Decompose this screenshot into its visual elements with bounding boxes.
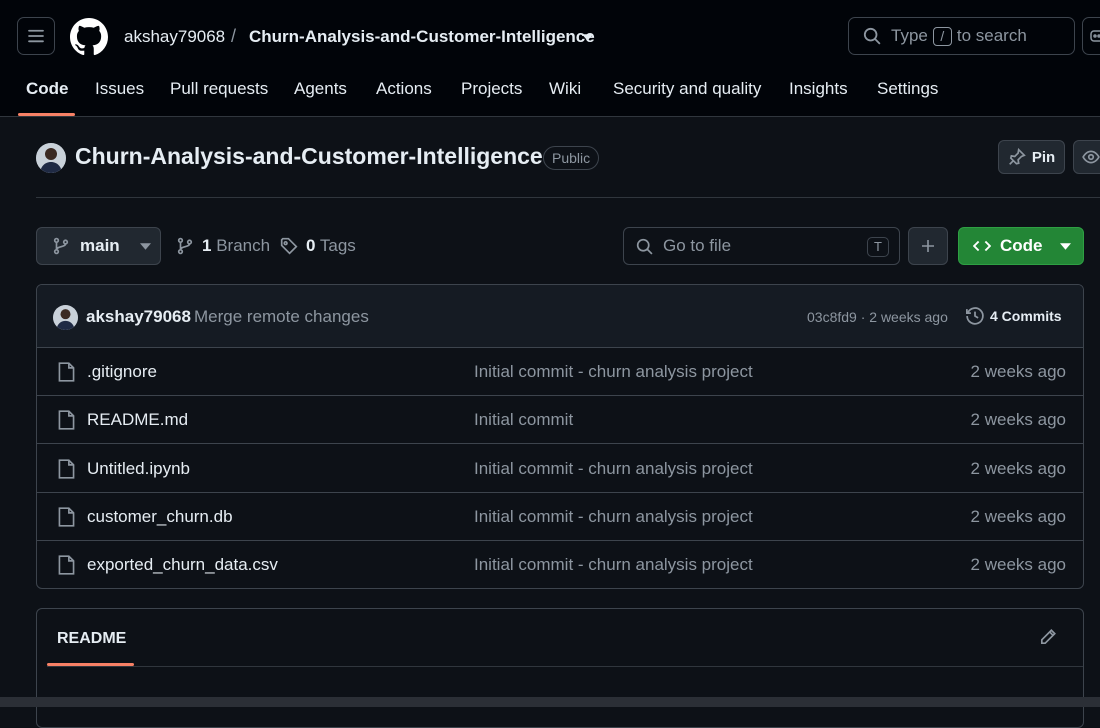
chevron-down-icon bbox=[1059, 242, 1071, 250]
git-branch-icon bbox=[53, 237, 69, 255]
file-name[interactable]: Untitled.ipynb bbox=[87, 459, 190, 479]
pin-label: Pin bbox=[1031, 148, 1056, 166]
search-shortcut-key: / bbox=[932, 26, 952, 46]
menu-button[interactable] bbox=[17, 17, 55, 55]
eye-icon bbox=[1082, 150, 1100, 164]
commit-meta[interactable]: 03c8fd9 · 2 weeks ago bbox=[807, 309, 948, 325]
tab-insights[interactable]: Insights bbox=[789, 72, 848, 117]
file-commit-message[interactable]: Initial commit - churn analysis project bbox=[474, 459, 753, 479]
file-date: 2 weeks ago bbox=[970, 362, 1066, 381]
file-date: 2 weeks ago bbox=[970, 555, 1066, 574]
owner-link[interactable]: akshay79068 bbox=[124, 27, 225, 47]
divider bbox=[47, 666, 1083, 667]
global-header: akshay79068 / Churn-Analysis-and-Custome… bbox=[0, 0, 1100, 117]
tag-count: 0 bbox=[306, 236, 316, 255]
tab-wiki[interactable]: Wiki bbox=[549, 72, 581, 117]
file-commit-message[interactable]: Initial commit bbox=[474, 410, 573, 430]
hamburger-icon bbox=[28, 29, 44, 43]
file-name[interactable]: README.md bbox=[87, 410, 188, 430]
avatar-image bbox=[53, 305, 78, 330]
copilot-icon bbox=[1090, 30, 1100, 42]
branch-selector[interactable]: main bbox=[36, 227, 161, 265]
code-icon bbox=[973, 240, 991, 252]
file-icon bbox=[58, 362, 75, 382]
pin-icon bbox=[1008, 148, 1026, 165]
file-commit-message[interactable]: Initial commit - churn analysis project bbox=[474, 555, 753, 575]
file-name[interactable]: customer_churn.db bbox=[87, 507, 233, 527]
repo-link[interactable]: Churn-Analysis-and-Customer-Intelligence bbox=[249, 27, 595, 47]
branches-link[interactable]: 1 Branch bbox=[176, 236, 270, 256]
copilot-button[interactable] bbox=[1082, 17, 1100, 55]
avatar-image bbox=[36, 143, 66, 173]
commits-count: 4 Commits bbox=[990, 308, 1062, 324]
search-icon bbox=[636, 238, 653, 255]
history-icon bbox=[966, 307, 984, 325]
latest-commit-bar: akshay79068 Merge remote changes 03c8fd9… bbox=[37, 285, 1083, 348]
tab-actions[interactable]: Actions bbox=[376, 72, 432, 117]
plus-icon bbox=[922, 240, 934, 252]
commit-author[interactable]: akshay79068 bbox=[86, 307, 191, 327]
branch-name: main bbox=[80, 236, 120, 255]
file-name[interactable]: exported_churn_data.csv bbox=[87, 555, 278, 575]
git-branch-icon bbox=[177, 237, 193, 255]
code-button-label: Code bbox=[1000, 236, 1043, 255]
divider bbox=[36, 197, 1100, 198]
commit-message[interactable]: Merge remote changes bbox=[194, 307, 369, 327]
commit-author-avatar[interactable] bbox=[53, 305, 78, 330]
file-date: 2 weeks ago bbox=[970, 410, 1066, 429]
file-row[interactable]: .gitignore Initial commit - churn analys… bbox=[37, 348, 1083, 396]
add-file-button[interactable] bbox=[908, 227, 948, 265]
tag-count-label: Tags bbox=[319, 236, 356, 255]
file-commit-message[interactable]: Initial commit - churn analysis project bbox=[474, 507, 753, 527]
search-suffix: to search bbox=[956, 26, 1027, 45]
file-name[interactable]: .gitignore bbox=[87, 362, 157, 382]
file-icon bbox=[58, 459, 75, 479]
file-browser: akshay79068 Merge remote changes 03c8fd9… bbox=[36, 284, 1084, 589]
window-bottom-edge bbox=[0, 697, 1100, 707]
search-icon bbox=[863, 27, 881, 45]
tab-settings[interactable]: Settings bbox=[877, 72, 938, 117]
path-separator: / bbox=[231, 26, 237, 46]
tab-projects[interactable]: Projects bbox=[461, 72, 522, 117]
chevron-down-icon[interactable] bbox=[582, 34, 593, 41]
tag-icon bbox=[280, 237, 298, 255]
search-label: Type bbox=[891, 26, 928, 45]
file-row[interactable]: Untitled.ipynb Initial commit - churn an… bbox=[37, 445, 1083, 493]
active-tab-indicator bbox=[18, 113, 75, 116]
tab-issues[interactable]: Issues bbox=[95, 72, 144, 117]
search-input[interactable]: Type / to search bbox=[848, 17, 1075, 55]
readme-panel: README bbox=[36, 608, 1084, 728]
go-to-file-placeholder: Go to file bbox=[663, 236, 732, 255]
file-commit-message[interactable]: Initial commit - churn analysis project bbox=[474, 362, 753, 382]
github-logo-icon[interactable] bbox=[70, 18, 108, 56]
chevron-down-icon bbox=[139, 242, 151, 250]
code-button[interactable]: Code bbox=[958, 227, 1084, 265]
go-to-file-input[interactable]: Go to file T bbox=[623, 227, 900, 265]
file-icon bbox=[58, 507, 75, 527]
tab-code[interactable]: Code bbox=[26, 72, 69, 117]
file-icon bbox=[58, 410, 75, 430]
go-to-file-shortcut: T bbox=[867, 237, 889, 257]
tab-pull-requests[interactable]: Pull requests bbox=[170, 72, 268, 117]
visibility-badge: Public bbox=[543, 146, 600, 170]
owner-avatar[interactable] bbox=[36, 143, 66, 173]
file-date: 2 weeks ago bbox=[970, 459, 1066, 478]
pencil-icon[interactable] bbox=[1039, 628, 1057, 646]
repo-title[interactable]: Churn-Analysis-and-Customer-Intelligence bbox=[75, 143, 543, 170]
file-row[interactable]: exported_churn_data.csv Initial commit -… bbox=[37, 541, 1083, 588]
tags-link[interactable]: 0 Tags bbox=[280, 236, 356, 256]
tab-security[interactable]: Security and quality bbox=[613, 72, 761, 117]
file-date: 2 weeks ago bbox=[970, 507, 1066, 526]
file-row[interactable]: README.md Initial commit 2 weeks ago bbox=[37, 396, 1083, 444]
commits-link[interactable]: 4 Commits bbox=[965, 306, 1062, 326]
branch-count-label: Branch bbox=[216, 236, 271, 255]
pin-button[interactable]: Pin bbox=[998, 140, 1065, 174]
readme-tab[interactable]: README bbox=[57, 630, 126, 648]
watch-button[interactable] bbox=[1073, 140, 1100, 174]
file-row[interactable]: customer_churn.db Initial commit - churn… bbox=[37, 493, 1083, 541]
branch-count: 1 bbox=[202, 236, 212, 255]
tab-agents[interactable]: Agents bbox=[294, 72, 347, 117]
file-icon bbox=[58, 555, 75, 575]
